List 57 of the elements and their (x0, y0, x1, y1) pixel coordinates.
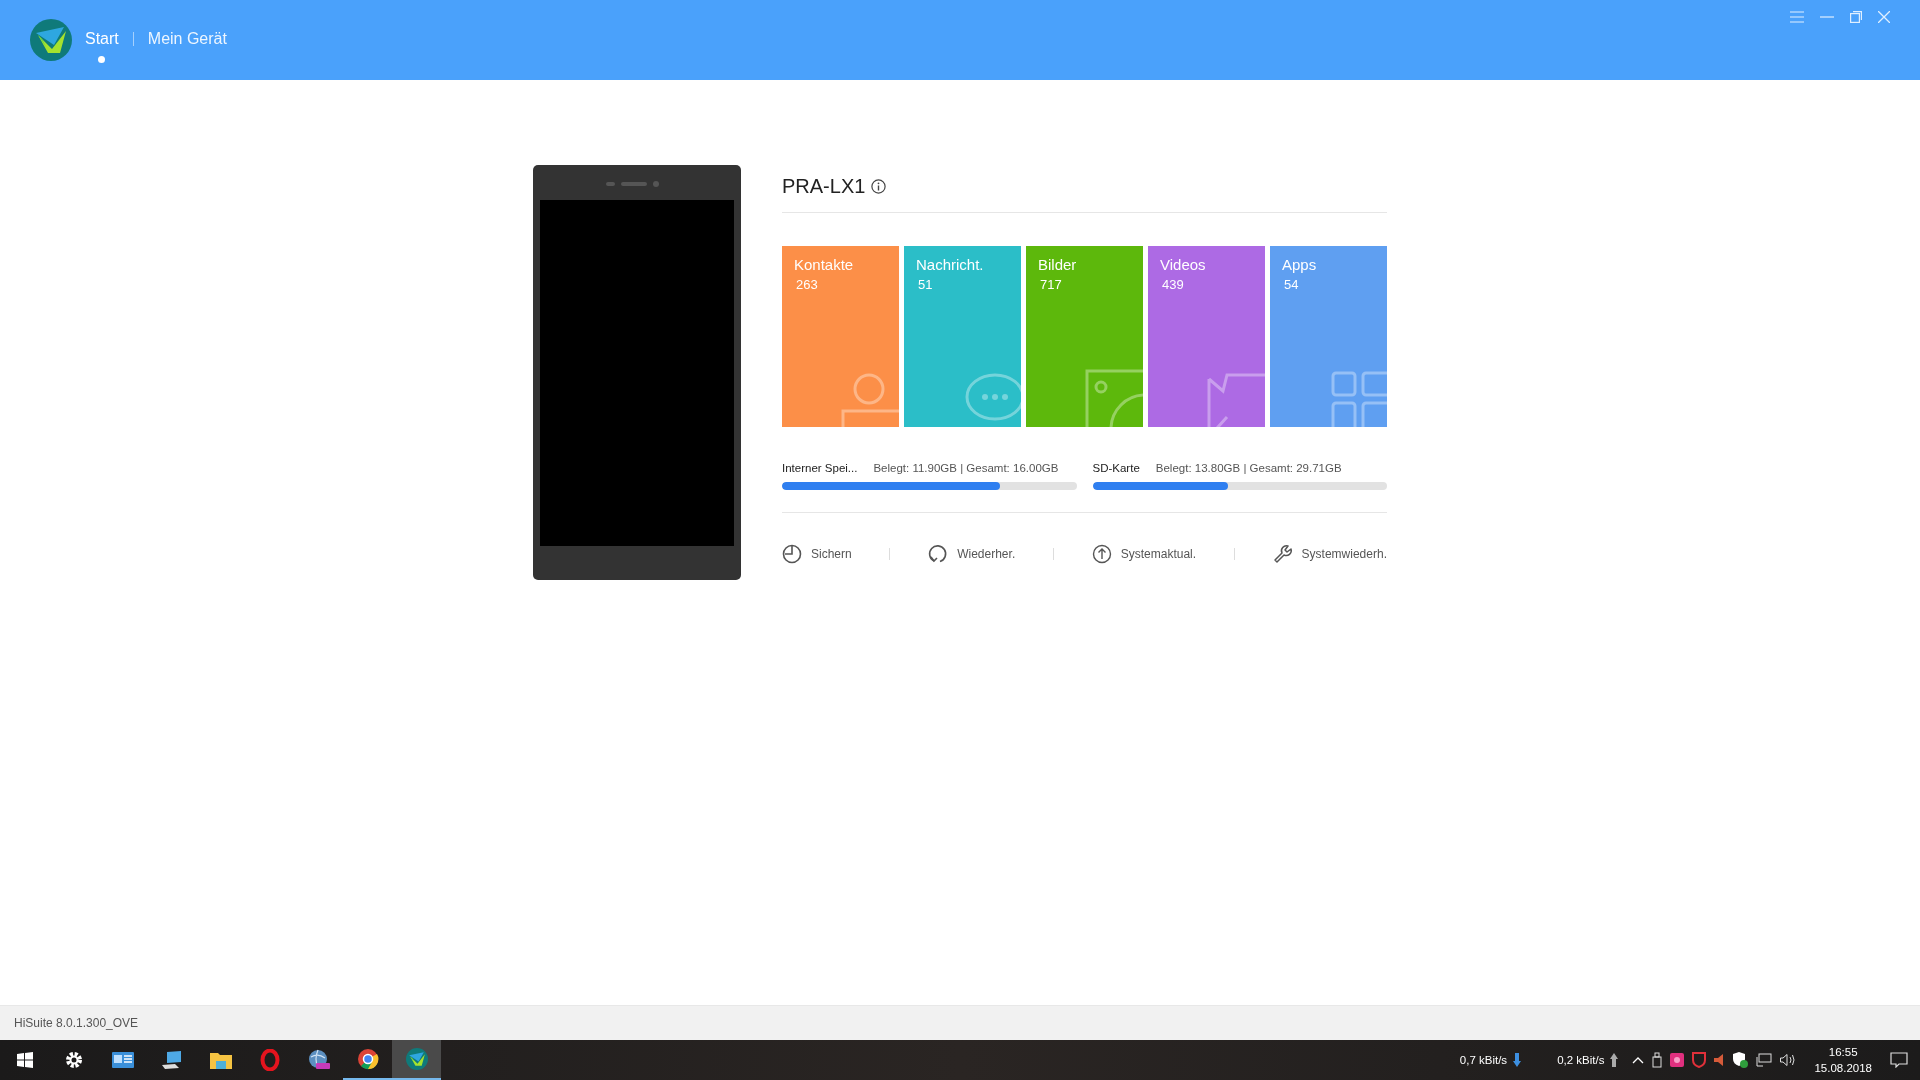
tile-label: Nachricht. (916, 256, 985, 273)
computer-icon (160, 1050, 183, 1070)
clock-date[interactable]: 15.08.2018 (1814, 1060, 1872, 1076)
ring-letter-icon (259, 1049, 280, 1071)
tile-label: Apps (1282, 256, 1318, 273)
nav-tab[interactable]: Mein Gerät (147, 30, 227, 63)
clock-icon (782, 544, 802, 564)
shield-icon[interactable] (1692, 1052, 1707, 1068)
storage-usage: Belegt: 11.90GB | Gesamt: 16.00GB (873, 462, 1059, 474)
up-arrow-circle-icon (1091, 544, 1112, 564)
app-logo-icon (30, 19, 72, 61)
up-arrow-icon (1610, 1053, 1619, 1067)
app-logo-icon (405, 1048, 428, 1070)
globe-icon (307, 1049, 330, 1071)
tray-app-icon[interactable] (1670, 1053, 1685, 1067)
action-button[interactable]: Systemaktual. (1091, 544, 1197, 564)
circular-arrow-icon (928, 544, 949, 564)
version-text: HiSuite 8.0.1.300_OVE (14, 1016, 139, 1030)
clock-time[interactable]: 16:55 (1828, 1044, 1858, 1060)
volume-icon[interactable] (1780, 1053, 1797, 1067)
network-icon[interactable] (1756, 1053, 1773, 1067)
folder-icon (209, 1051, 232, 1069)
tile-count: 439 (1162, 277, 1185, 292)
storage-label: SD-Karte (1092, 462, 1140, 474)
download-rate: 0,7 kBit/s (1459, 1054, 1508, 1066)
down-arrow-icon (1513, 1053, 1522, 1067)
action-button[interactable]: Sichern (782, 544, 852, 564)
category-tile[interactable]: Kontakte 263 (782, 246, 899, 427)
tile-count: 51 (918, 277, 934, 292)
windows-icon (16, 1052, 33, 1068)
upload-rate: 0,2 kBit/s (1557, 1054, 1605, 1066)
tile-count: 263 (796, 277, 819, 292)
category-tile[interactable]: Videos 439 (1148, 246, 1265, 427)
settings-icon (63, 1050, 84, 1070)
security-shield-icon[interactable] (1732, 1052, 1749, 1068)
wrench-icon (1272, 544, 1293, 564)
usb-drive-icon[interactable] (1652, 1052, 1663, 1068)
contact-card-icon (111, 1052, 134, 1068)
storage-usage: Belegt: 13.80GB | Gesamt: 29.71GB (1155, 462, 1342, 474)
info-icon[interactable] (871, 179, 887, 194)
notification-icon[interactable] (1890, 1052, 1908, 1068)
chevron-up-icon[interactable] (1632, 1056, 1645, 1064)
category-tile[interactable]: Bilder 717 (1026, 246, 1143, 427)
tile-count: 717 (1040, 277, 1063, 292)
action-button[interactable]: Wiederher. (928, 544, 1016, 564)
action-button[interactable]: Systemwiederh. (1272, 544, 1387, 564)
browser-icon (356, 1048, 379, 1070)
tile-label: Kontakte (794, 256, 855, 273)
nav-tab[interactable]: Start (85, 30, 119, 63)
category-tile[interactable]: Nachricht. 51 (904, 246, 1021, 427)
category-tile[interactable]: Apps 54 (1270, 246, 1387, 427)
tile-label: Videos (1160, 256, 1207, 273)
tile-count: 54 (1284, 277, 1300, 292)
device-name: PRA-LX1 (782, 175, 866, 198)
storage-label: Interner Spei... (782, 462, 858, 474)
tile-label: Bilder (1038, 256, 1078, 273)
speaker-icon[interactable] (1714, 1053, 1725, 1067)
